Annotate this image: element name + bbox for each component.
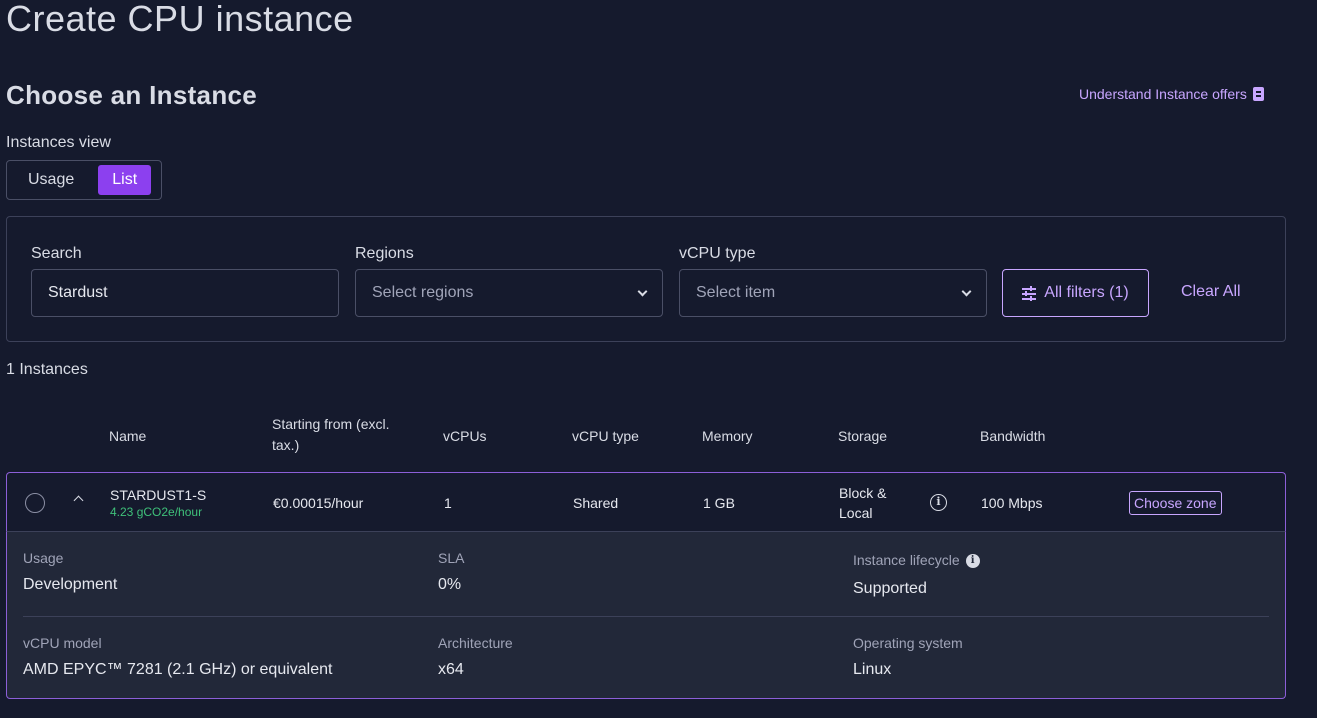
all-filters-button[interactable]: All filters (1) — [1002, 269, 1149, 317]
page-title: Create CPU instance — [6, 0, 354, 39]
vcpu-type-label: vCPU type — [679, 245, 756, 262]
instance-name: STARDUST1-S — [110, 487, 207, 503]
document-icon — [1252, 87, 1264, 101]
vcpu-type-select[interactable]: Select item — [679, 269, 987, 317]
understand-offers-label: Understand Instance offers — [1079, 86, 1247, 102]
usage-label: Usage — [23, 550, 64, 566]
vcpu-model-value: AMD EPYC™ 7281 (2.1 GHz) or equivalent — [23, 661, 333, 678]
vcpus-cell: 1 — [444, 495, 452, 511]
price-cell: €0.00015/hour — [273, 495, 364, 511]
storage-cell: Block & Local — [839, 485, 887, 521]
filters-panel: Search Stardust Regions Select regions v… — [6, 216, 1286, 342]
clear-all-button[interactable]: Clear All — [1181, 283, 1241, 301]
chevron-down-icon — [961, 286, 972, 296]
search-input[interactable]: Stardust — [31, 269, 339, 317]
instance-name-cell: STARDUST1-S 4.23 gCO2e/hour — [110, 487, 206, 519]
regions-label: Regions — [355, 245, 414, 262]
bandwidth-cell: 100 Mbps — [981, 495, 1043, 511]
os-value: Linux — [853, 661, 892, 678]
understand-offers-link[interactable]: Understand Instance offers — [1079, 86, 1264, 102]
os-label: Operating system — [853, 635, 963, 651]
usage-value: Development — [23, 576, 118, 593]
header-bandwidth: Bandwidth — [980, 428, 1046, 444]
info-icon[interactable]: i — [965, 554, 980, 569]
search-label: Search — [31, 245, 82, 262]
memory-cell: 1 GB — [703, 495, 735, 511]
all-filters-label: All filters (1) — [1044, 284, 1129, 301]
header-vcpu-type: vCPU type — [572, 428, 639, 444]
chevron-up-icon[interactable] — [73, 495, 84, 506]
instances-view-label: Instances view — [6, 134, 111, 151]
eco-footprint: 4.23 gCO2e/hour — [110, 505, 203, 519]
search-input-value: Stardust — [48, 284, 108, 301]
lifecycle-label: Instance lifecycle — [853, 552, 960, 568]
chevron-down-icon — [637, 286, 648, 296]
header-price: Starting from (excl. tax.) — [272, 416, 390, 453]
vcpu-model-label: vCPU model — [23, 635, 102, 651]
lifecycle-label-wrap: Instance lifecycle i — [853, 552, 980, 569]
instances-view-toggle: Usage List — [6, 160, 162, 200]
header-memory: Memory — [702, 428, 753, 444]
sliders-icon — [1022, 285, 1037, 301]
sla-value: 0% — [438, 576, 462, 593]
regions-placeholder: Select regions — [372, 284, 474, 301]
header-vcpus: vCPUs — [443, 428, 487, 444]
view-option-list[interactable]: List — [98, 165, 152, 195]
choose-zone-button[interactable]: Choose zone — [1129, 491, 1222, 515]
instances-count: 1 Instances — [6, 361, 88, 378]
header-storage: Storage — [838, 428, 888, 444]
architecture-label: Architecture — [438, 635, 513, 651]
instance-details-panel: Usage Development SLA 0% Instance lifecy… — [6, 531, 1286, 699]
regions-select[interactable]: Select regions — [355, 269, 663, 317]
view-option-usage[interactable]: Usage — [10, 165, 92, 195]
vcpu-type-cell: Shared — [573, 495, 619, 511]
vcpu-type-placeholder: Select item — [696, 284, 776, 301]
info-icon[interactable]: i — [930, 494, 947, 511]
page: Create CPU instance Choose an Instance U… — [0, 0, 1317, 718]
sla-label: SLA — [438, 550, 465, 566]
header-name: Name — [109, 428, 147, 444]
section-title: Choose an Instance — [6, 80, 258, 110]
architecture-value: x64 — [438, 661, 464, 678]
lifecycle-value: Supported — [853, 580, 927, 597]
row-select-radio[interactable] — [25, 493, 45, 513]
divider — [23, 616, 1269, 617]
table-row[interactable]: STARDUST1-S 4.23 gCO2e/hour €0.00015/hou… — [6, 472, 1286, 532]
